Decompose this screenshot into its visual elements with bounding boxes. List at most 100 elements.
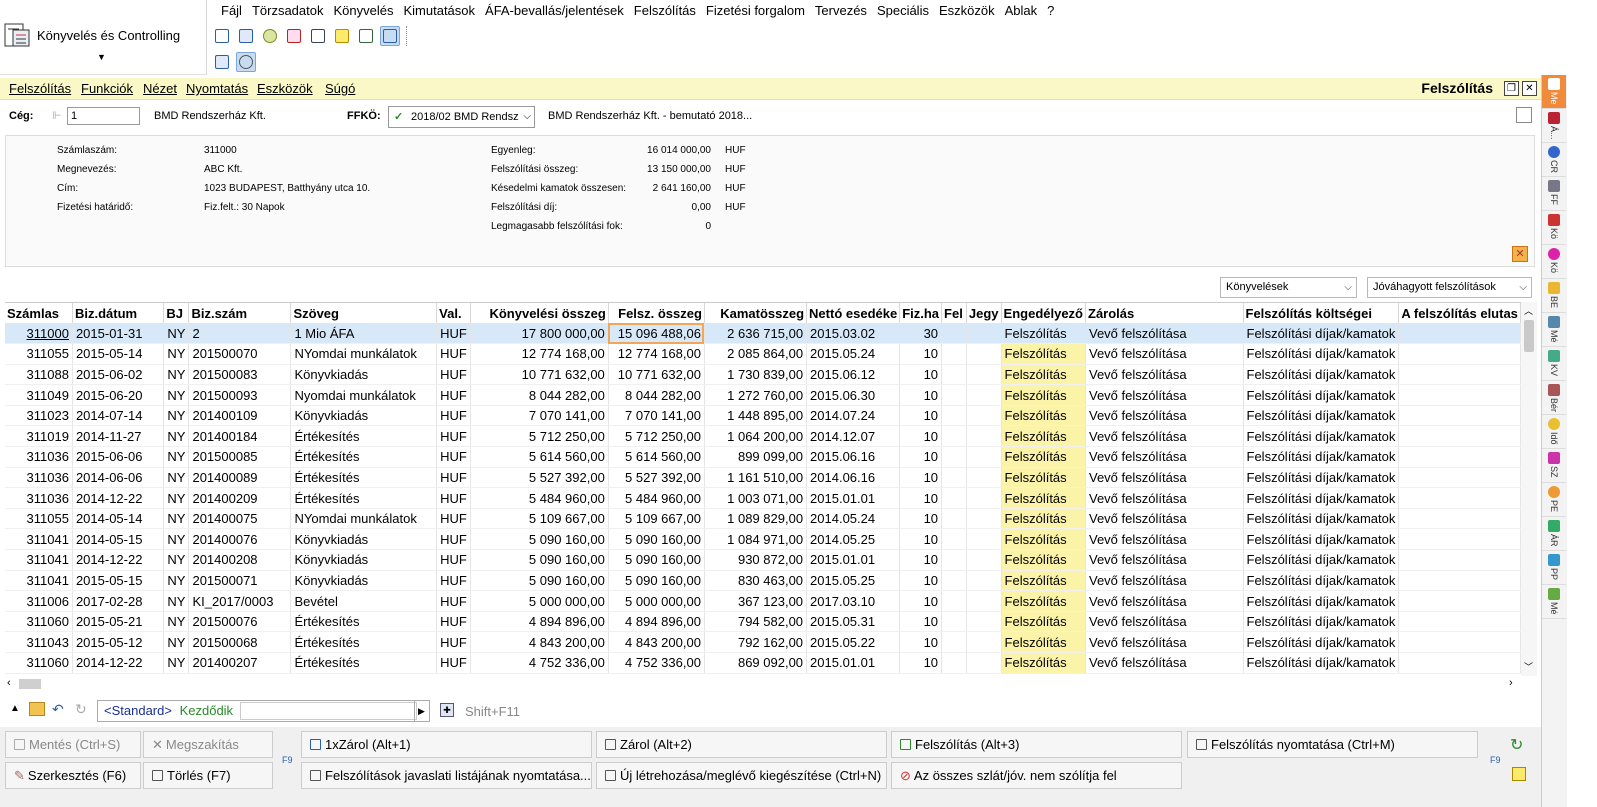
col-fel-cell[interactable] (941, 467, 967, 489)
col-elutasitas-cell[interactable] (1398, 467, 1521, 489)
col-fel-cell[interactable] (941, 343, 967, 365)
col-szoveg-cell[interactable]: Értékesítés (290, 467, 438, 489)
col-zarolas-header[interactable]: Zárolás (1085, 303, 1244, 323)
col-elutasitas-cell[interactable] (1398, 364, 1521, 386)
col-felsz-osszeg-header[interactable]: Felsz. összeg (608, 303, 705, 323)
search-extend-icon[interactable]: ✚ (440, 703, 454, 717)
col-engedelyezo-cell[interactable]: Felszólítás (1001, 364, 1087, 386)
col-netto-esedekes-cell[interactable]: 2015.06.16 (806, 446, 901, 468)
col-konyvelesi-osszeg-cell[interactable]: 12 774 168,00 (470, 343, 609, 365)
col-biz-szam-cell[interactable]: 2 (188, 323, 292, 345)
col-biz-datum-cell[interactable]: 2014-11-27 (72, 425, 165, 448)
col-felszolitas-koltsegei-cell[interactable]: Felszólítási díjak/kamatok (1243, 487, 1400, 509)
col-elutasitas-cell[interactable] (1398, 425, 1521, 448)
col-szoveg-cell[interactable]: Értékesítés (290, 652, 438, 674)
col-engedelyezo-cell[interactable]: Felszólítás (1001, 343, 1087, 365)
search-field[interactable]: <Standard> Kezdődik ▶ (97, 700, 430, 722)
col-bj-cell[interactable]: NY (163, 487, 190, 509)
menu-konyveles[interactable]: Könyvelés (329, 0, 399, 22)
col-zarolas-cell[interactable]: Vevő felszólítása (1085, 570, 1244, 592)
col-elutasitas-cell[interactable] (1398, 611, 1521, 633)
col-szamlaszam-cell[interactable]: 311036 (5, 487, 73, 509)
col-netto-esedekes-cell[interactable]: 2015.06.30 (806, 384, 901, 406)
col-zarolas-cell[interactable]: Vevő felszólítása (1085, 467, 1244, 489)
restore-icon[interactable]: ❐ (1504, 81, 1519, 96)
col-szoveg-cell[interactable]: Bevétel (290, 590, 438, 612)
col-engedelyezo-header[interactable]: Engedélyező (1001, 303, 1087, 323)
col-szamlaszam-cell[interactable]: 311055 (5, 508, 73, 530)
col-elutasitas-cell[interactable] (1398, 487, 1521, 509)
col-zarolas-cell[interactable]: Vevő felszólítása (1085, 631, 1244, 653)
col-fel-cell[interactable] (941, 508, 967, 530)
delete-button[interactable]: Törlés (F7) (143, 762, 273, 789)
dunning-button[interactable]: Felszólítás (Alt+3) (891, 731, 1182, 758)
col-biz-szam-cell[interactable]: 201400209 (188, 487, 292, 509)
col-biz-datum-cell[interactable]: 2015-06-02 (72, 364, 165, 386)
col-jegy-cell[interactable] (966, 570, 1002, 592)
col-fiz-hat-cell[interactable]: 10 (899, 487, 943, 509)
col-szoveg-header[interactable]: Szöveg (290, 303, 438, 323)
edit-button[interactable]: ✎ Szerkesztés (F6) (5, 762, 141, 789)
col-felsz-osszeg-cell[interactable]: 12 774 168,00 (608, 343, 705, 365)
col-netto-esedekes-cell[interactable]: 2014.06.16 (806, 467, 901, 489)
col-biz-szam-cell[interactable]: 201400184 (188, 425, 292, 448)
col-engedelyezo-cell[interactable]: Felszólítás (1001, 570, 1087, 592)
col-fiz-hat-cell[interactable]: 10 (899, 405, 943, 427)
col-zarolas-cell[interactable]: Vevő felszólítása (1085, 528, 1244, 551)
col-felszolitas-koltsegei-cell[interactable]: Felszólítási díjak/kamatok (1243, 631, 1400, 653)
col-engedelyezo-cell[interactable]: Felszólítás (1001, 487, 1087, 509)
col-bj-cell[interactable]: NY (163, 467, 190, 489)
col-jegy-cell[interactable] (966, 467, 1002, 489)
col-felsz-osszeg-cell[interactable]: 8 044 282,00 (608, 384, 705, 406)
col-szoveg-cell[interactable]: Könyvkiadás (290, 405, 438, 427)
col-kamatosszeg-cell[interactable]: 899 099,00 (704, 446, 808, 468)
col-netto-esedekes-cell[interactable]: 2015.03.02 (806, 323, 901, 345)
col-kamatosszeg-cell[interactable]: 1 064 200,00 (704, 425, 808, 448)
col-biz-datum-cell[interactable]: 2014-05-15 (72, 528, 165, 551)
col-fel-header[interactable]: Fel (941, 303, 967, 323)
sidebar-tab-12[interactable]: PE (1542, 483, 1566, 517)
col-szamlaszam-cell[interactable]: 311023 (5, 405, 73, 427)
col-elutasitas-cell[interactable] (1398, 590, 1521, 612)
col-biz-szam-cell[interactable]: 201500068 (188, 631, 292, 653)
col-konyvelesi-osszeg-cell[interactable]: 5 712 250,00 (470, 425, 609, 448)
table-row[interactable]: 311019 2014-11-27 NY 201400184 Értékesítés HU… (5, 425, 1521, 448)
col-engedelyezo-cell[interactable]: Felszólítás (1001, 405, 1087, 427)
col-fiz-hat-cell[interactable]: 10 (899, 508, 943, 530)
col-fel-cell[interactable] (941, 528, 967, 551)
col-elutasitas-cell[interactable] (1398, 446, 1521, 468)
col-fiz-hat-cell[interactable]: 10 (899, 611, 943, 633)
col-fiz-hat-cell[interactable]: 10 (899, 446, 943, 468)
col-szamlaszam-cell[interactable]: 311055 (5, 343, 73, 365)
sidebar-tab-0[interactable]: Me (1542, 75, 1566, 109)
col-szoveg-cell[interactable]: NYomdai munkálatok (290, 343, 438, 365)
col-biz-datum-cell[interactable]: 2015-05-12 (72, 631, 165, 653)
col-netto-esedekes-cell[interactable]: 2015.01.01 (806, 487, 901, 509)
col-fel-cell[interactable] (941, 405, 967, 427)
menu-tervezes[interactable]: Tervezés (810, 0, 872, 22)
col-kamatosszeg-cell[interactable]: 1 448 895,00 (704, 405, 808, 427)
col-felsz-osszeg-cell[interactable]: 5 527 392,00 (608, 467, 705, 489)
col-konyvelesi-osszeg-cell[interactable]: 4 752 336,00 (470, 652, 609, 674)
col-biz-datum-cell[interactable]: 2014-12-22 (72, 549, 165, 571)
coins-icon[interactable] (260, 26, 280, 46)
col-zarolas-cell[interactable]: Vevő felszólítása (1085, 343, 1244, 365)
col-val-cell[interactable]: HUF (436, 364, 472, 386)
chevron-down-icon[interactable]: ﹀ (1524, 660, 1533, 673)
col-val-cell[interactable]: HUF (436, 446, 472, 468)
play-icon[interactable]: ▶ (414, 701, 428, 721)
col-felszolitas-koltsegei-cell[interactable]: Felszólítási díjak/kamatok (1243, 384, 1400, 406)
col-zarolas-cell[interactable]: Vevő felszólítása (1085, 323, 1244, 345)
col-engedelyezo-cell[interactable]: Felszólítás (1001, 652, 1087, 674)
wmenu-nyomtatas[interactable]: Nyomtatás (186, 81, 248, 96)
col-felsz-osszeg-cell[interactable]: 4 843 200,00 (608, 631, 705, 653)
col-engedelyezo-cell[interactable]: Felszólítás (1001, 323, 1087, 345)
col-elutasitas-cell[interactable] (1398, 528, 1521, 551)
col-jegy-cell[interactable] (966, 343, 1002, 365)
lock-once-button[interactable]: 1xZárol (Alt+1) (301, 731, 592, 758)
col-netto-esedekes-cell[interactable]: 2015.06.12 (806, 364, 901, 386)
col-biz-datum-cell[interactable]: 2017-02-28 (72, 590, 165, 612)
col-szamlaszam-cell[interactable]: 311041 (5, 549, 73, 571)
col-zarolas-cell[interactable]: Vevő felszólítása (1085, 364, 1244, 386)
no-dunning-all-button[interactable]: ⊘ Az összes szlát/jóv. nem szólítja fel (891, 762, 1182, 789)
